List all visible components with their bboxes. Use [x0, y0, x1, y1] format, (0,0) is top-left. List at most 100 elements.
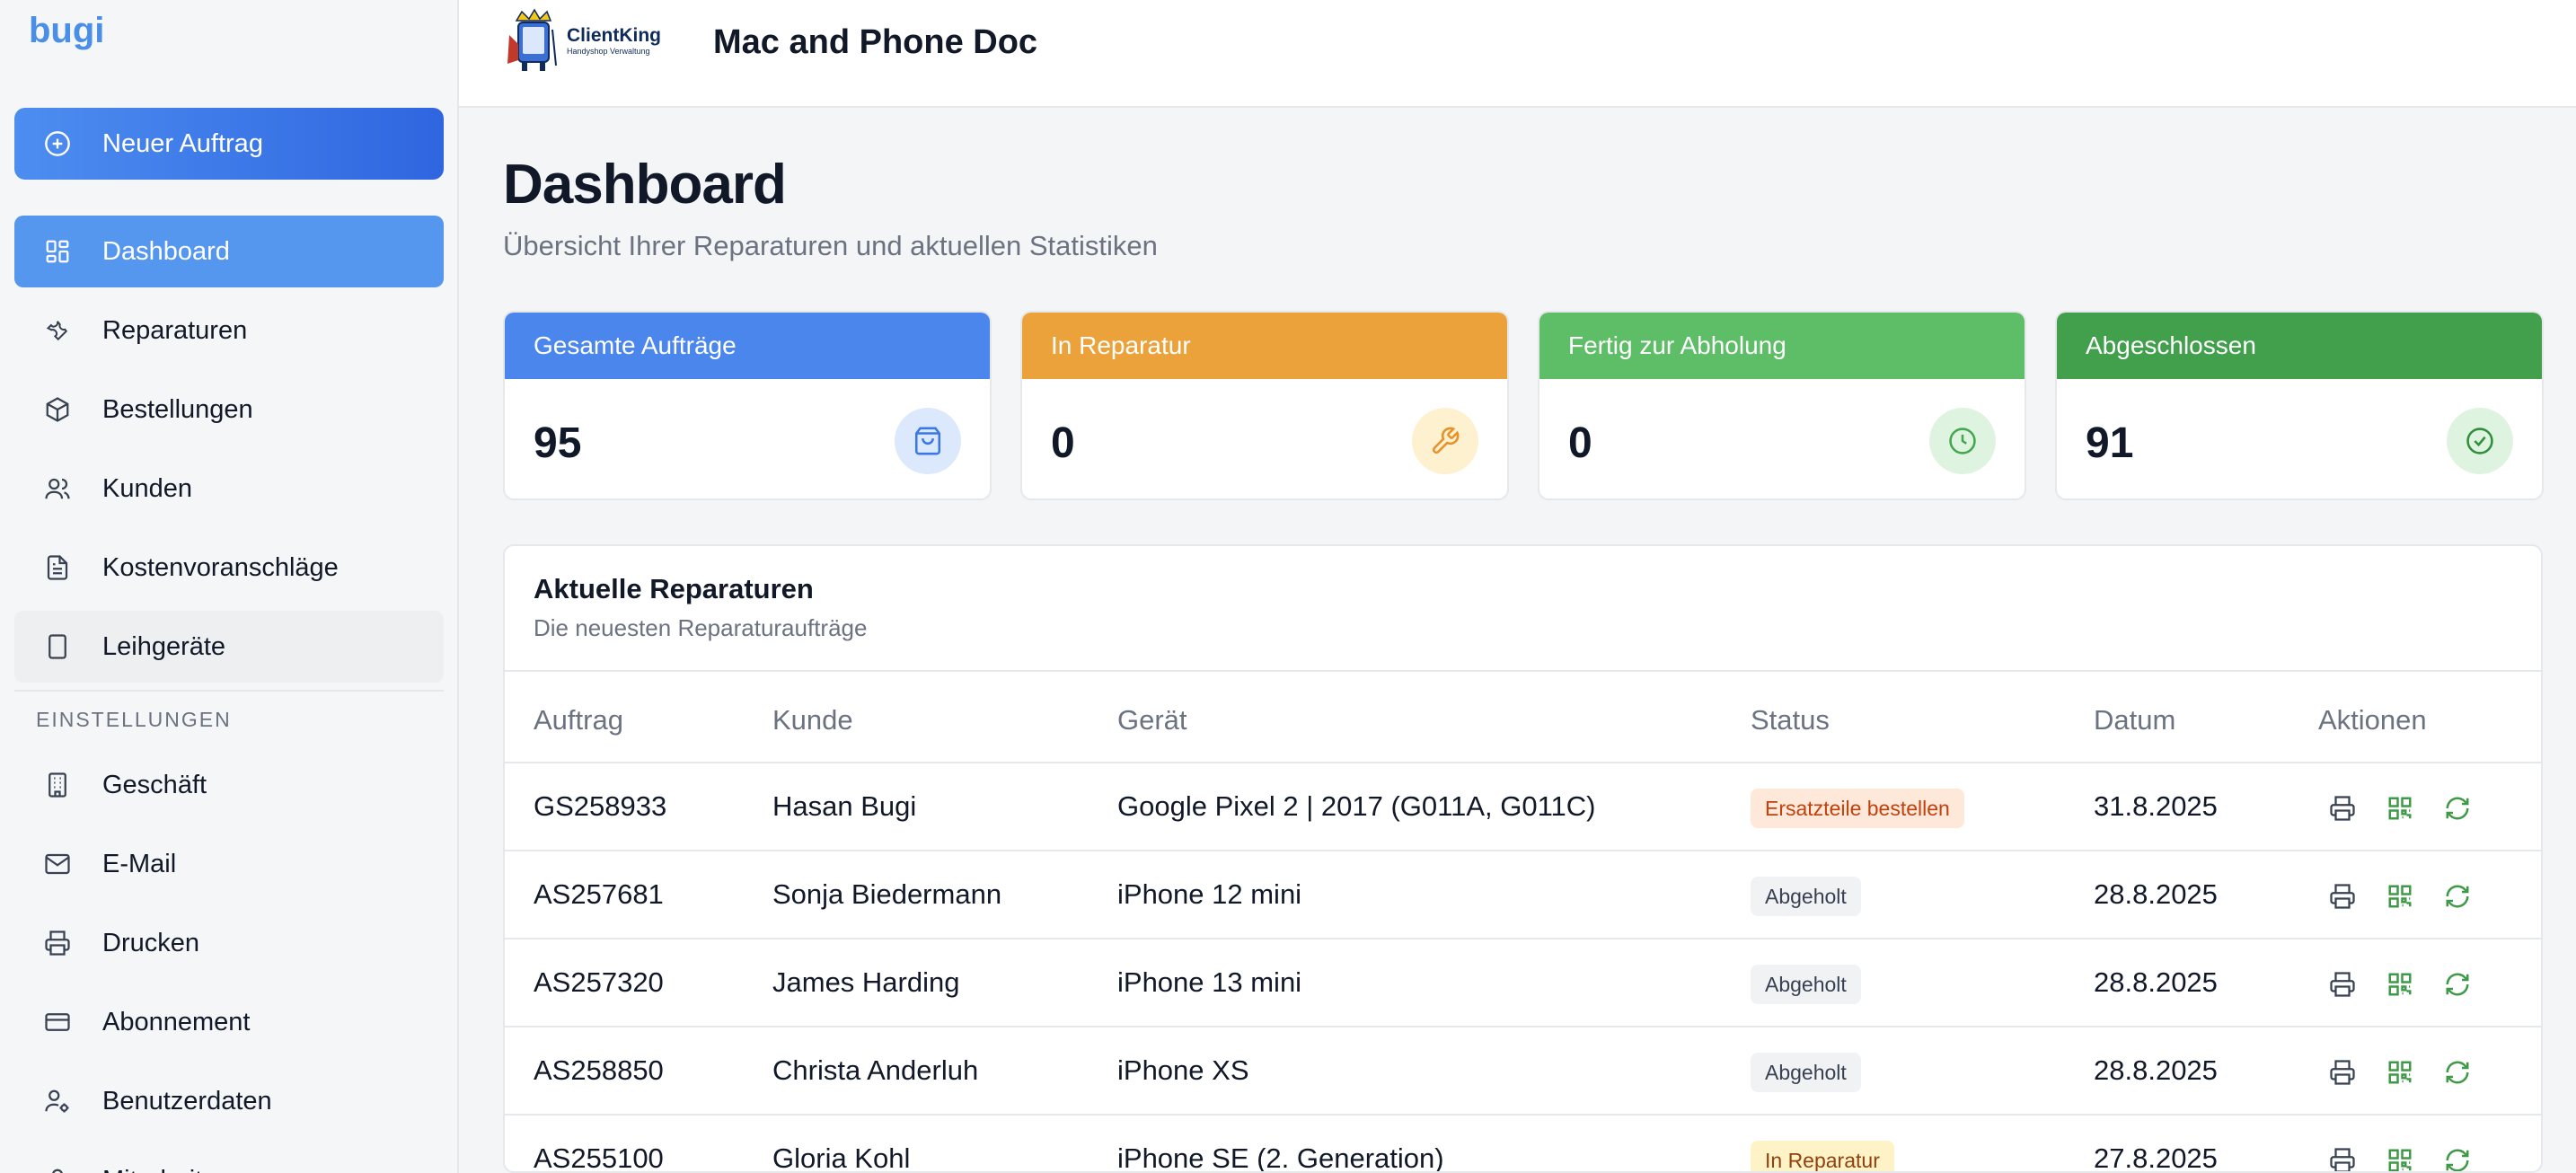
print-icon[interactable] [2326, 880, 2359, 913]
print-icon[interactable] [2326, 792, 2359, 825]
order-number: AS257681 [534, 878, 664, 910]
sidebar-item-label: Bestellungen [102, 394, 253, 424]
building-icon [41, 769, 74, 801]
print-icon[interactable] [2326, 1056, 2359, 1089]
column-header-status[interactable]: Status [1751, 704, 1830, 736]
sidebar-item-geschaeft[interactable]: Geschäft [14, 749, 444, 821]
sidebar-item-kunden[interactable]: Kunden [14, 453, 444, 525]
column-header-kunde[interactable]: Kunde [772, 704, 853, 736]
table-row[interactable]: GS258933 Hasan Bugi Google Pixel 2 | 201… [505, 763, 2541, 851]
wrench-icon [1412, 408, 1478, 474]
order-number: AS257320 [534, 966, 664, 998]
status-badge: In Reparatur [1751, 1141, 1894, 1171]
column-header-datum[interactable]: Datum [2094, 704, 2175, 736]
user-icon [41, 1164, 74, 1173]
sidebar-item-label: Benutzerdaten [102, 1086, 272, 1116]
clientking-logo[interactable]: ClientKing Handyshop Verwaltung [504, 7, 675, 74]
print-icon[interactable] [2326, 1144, 2359, 1171]
user-cog-icon [41, 1085, 74, 1117]
status-badge: Abgeholt [1751, 877, 1861, 916]
sidebar: bugi Neuer Auftrag Dashboard Reparaturen… [0, 0, 459, 1173]
sidebar-item-reparaturen[interactable]: Reparaturen [14, 295, 444, 366]
new-order-button[interactable]: Neuer Auftrag [14, 108, 444, 180]
sidebar-divider [14, 690, 444, 692]
stat-card-header: Gesamte Aufträge [505, 313, 990, 379]
panel-title: Aktuelle Reparaturen [534, 573, 814, 604]
topbar: ClientKing Handyshop Verwaltung Mac and … [459, 0, 2576, 108]
sidebar-item-label: Geschäft [102, 770, 207, 799]
plus-circle-icon [41, 128, 74, 160]
sidebar-item-mitarbeiter[interactable]: Mitarbeiter [14, 1144, 444, 1173]
stat-card-completed[interactable]: Abgeschlossen 91 [2055, 311, 2544, 500]
stat-card-ready-pickup[interactable]: Fertig zur Abholung 0 [1538, 311, 2026, 500]
tablet-icon [41, 631, 74, 663]
refresh-icon[interactable] [2441, 1056, 2474, 1089]
order-date: 31.8.2025 [2094, 790, 2218, 822]
row-actions [2326, 880, 2474, 913]
column-header-auftrag[interactable]: Auftrag [534, 704, 623, 736]
sidebar-item-bestellungen[interactable]: Bestellungen [14, 374, 444, 445]
sidebar-item-abonnement[interactable]: Abonnement [14, 986, 444, 1058]
refresh-icon[interactable] [2441, 968, 2474, 1001]
customer-name: Hasan Bugi [772, 790, 917, 822]
device-name: iPhone XS [1117, 1054, 1249, 1086]
order-date: 28.8.2025 [2094, 878, 2218, 910]
row-actions [2326, 1056, 2474, 1089]
table-row[interactable]: AS257681 Sonja Biedermann iPhone 12 mini… [505, 851, 2541, 939]
package-icon [41, 393, 74, 426]
device-name: iPhone 13 mini [1117, 966, 1302, 998]
refresh-icon[interactable] [2441, 880, 2474, 913]
qr-code-icon[interactable] [2384, 880, 2416, 913]
table-header: Auftrag Kunde Gerät Status Datum Aktione… [505, 670, 2541, 763]
column-header-geraet[interactable]: Gerät [1117, 704, 1187, 736]
device-name: iPhone 12 mini [1117, 878, 1302, 910]
stat-card-value: 0 [1568, 419, 1592, 467]
sidebar-item-kostenvoranschlaege[interactable]: Kostenvoranschläge [14, 532, 444, 604]
sidebar-item-benutzerdaten[interactable]: Benutzerdaten [14, 1065, 444, 1137]
sidebar-item-dashboard[interactable]: Dashboard [14, 216, 444, 287]
sidebar-item-label: Kunden [102, 473, 192, 503]
order-date: 28.8.2025 [2094, 1054, 2218, 1086]
logo-subtitle: Handyshop Verwaltung [567, 47, 650, 56]
refresh-icon[interactable] [2441, 1144, 2474, 1171]
device-name: iPhone SE (2. Generation) [1117, 1142, 1444, 1173]
qr-code-icon[interactable] [2384, 968, 2416, 1001]
stat-card-header: Abgeschlossen [2057, 313, 2542, 379]
printer-icon [41, 927, 74, 959]
order-number: AS258850 [534, 1054, 664, 1086]
sidebar-item-label: Kostenvoranschläge [102, 552, 339, 582]
table-row[interactable]: AS257320 James Harding iPhone 13 mini Ab… [505, 939, 2541, 1027]
customer-name: Gloria Kohl [772, 1142, 911, 1173]
table-row[interactable]: AS255100 Gloria Kohl iPhone SE (2. Gener… [505, 1116, 2541, 1173]
qr-code-icon[interactable] [2384, 1056, 2416, 1089]
wrench-icon [41, 314, 74, 347]
new-order-label: Neuer Auftrag [102, 128, 263, 158]
sidebar-item-leihgeraete[interactable]: Leihgeräte [14, 611, 444, 683]
order-number: GS258933 [534, 790, 667, 822]
print-icon[interactable] [2326, 968, 2359, 1001]
mail-icon [41, 848, 74, 880]
sidebar-item-email[interactable]: E-Mail [14, 828, 444, 900]
status-badge: Ersatzteile bestellen [1751, 789, 1964, 828]
document-icon [41, 551, 74, 584]
shop-name: Mac and Phone Doc [713, 23, 1038, 61]
clock-icon [1929, 408, 1996, 474]
check-circle-icon [2447, 408, 2513, 474]
stat-card-header: In Reparatur [1022, 313, 1507, 379]
dashboard-icon [41, 235, 74, 268]
qr-code-icon[interactable] [2384, 1144, 2416, 1171]
sidebar-item-drucken[interactable]: Drucken [14, 907, 444, 979]
customer-name: Christa Anderluh [772, 1054, 979, 1086]
row-actions [2326, 968, 2474, 1001]
logo-name: ClientKing [567, 25, 661, 46]
qr-code-icon[interactable] [2384, 792, 2416, 825]
sidebar-item-label: E-Mail [102, 849, 177, 878]
brand-logo[interactable]: bugi [29, 11, 104, 51]
stat-card-total-orders[interactable]: Gesamte Aufträge 95 [503, 311, 992, 500]
refresh-icon[interactable] [2441, 792, 2474, 825]
table-row[interactable]: AS258850 Christa Anderluh iPhone XS Abge… [505, 1027, 2541, 1116]
recent-repairs-panel: Aktuelle Reparaturen Die neuesten Repara… [503, 544, 2543, 1173]
stat-card-in-repair[interactable]: In Reparatur 0 [1020, 311, 1509, 500]
sidebar-item-label: Reparaturen [102, 315, 248, 345]
row-actions [2326, 792, 2474, 825]
